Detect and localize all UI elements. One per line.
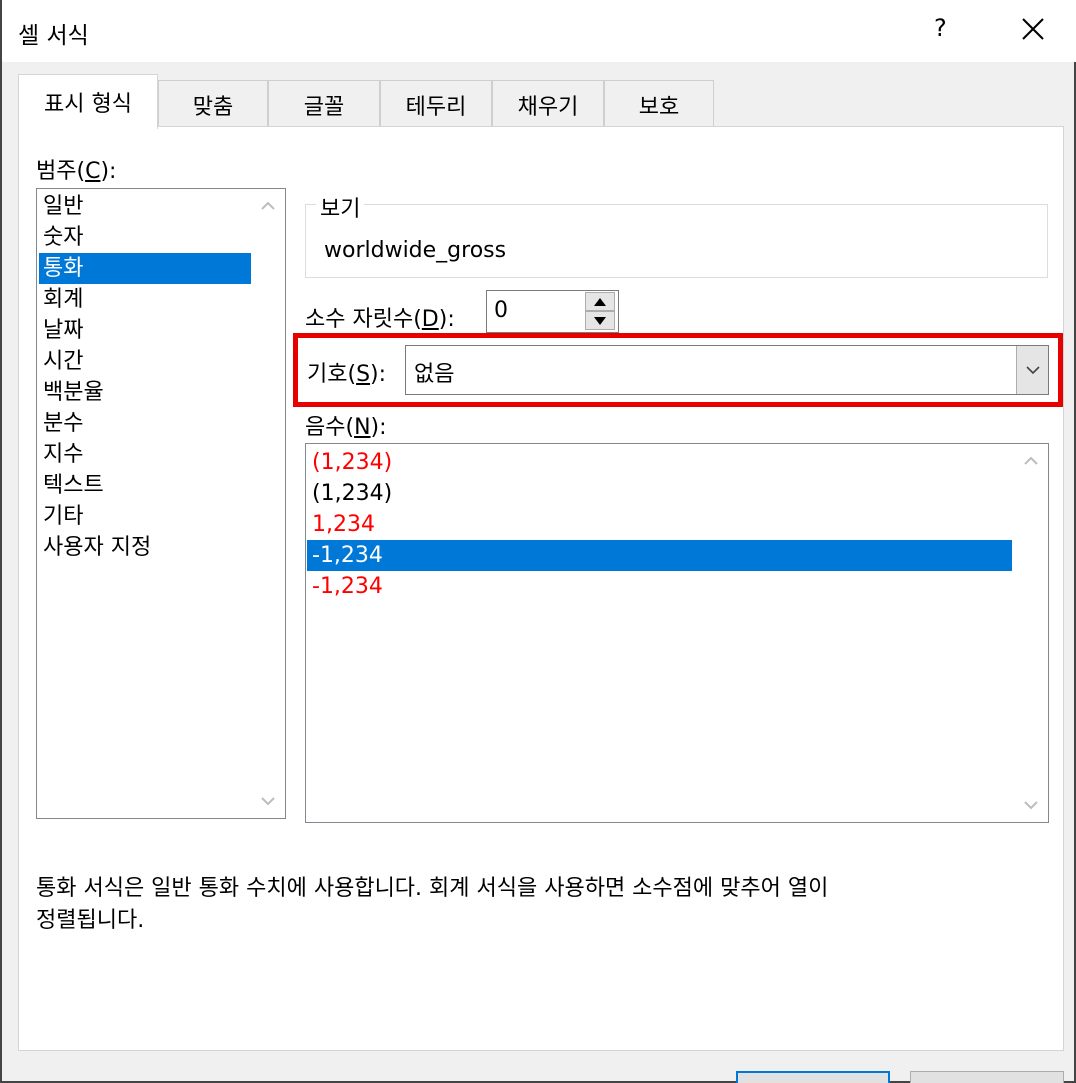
scroll-up-icon[interactable] bbox=[1022, 452, 1040, 470]
close-icon bbox=[1022, 18, 1044, 40]
tab-fill[interactable]: 채우기 bbox=[492, 80, 604, 128]
dialog-title: 셀 서식 bbox=[18, 23, 89, 49]
list-item[interactable]: (1,234) bbox=[307, 447, 1012, 478]
negative-numbers-scrollbar[interactable] bbox=[1014, 444, 1048, 822]
chevron-down-icon bbox=[1025, 366, 1040, 375]
list-item[interactable]: 일반 bbox=[39, 191, 251, 222]
list-item[interactable]: 백분율 bbox=[39, 377, 251, 408]
list-item[interactable]: 날짜 bbox=[39, 315, 251, 346]
symbol-value: 없음 bbox=[414, 362, 455, 387]
title-bar: 셀 서식 ? bbox=[2, 0, 1076, 62]
triangle-up-icon bbox=[594, 297, 606, 306]
dropdown-button[interactable] bbox=[1016, 346, 1048, 394]
list-item[interactable]: 텍스트 bbox=[39, 470, 251, 501]
list-item[interactable]: 회계 bbox=[39, 284, 251, 315]
tab-panel: 범주(C): 일반 숫자 통화 회계 날짜 시간 백분율 분수 지수 텍스트 기… bbox=[18, 126, 1064, 1051]
scroll-down-icon[interactable] bbox=[259, 792, 277, 810]
ok-button[interactable] bbox=[736, 1071, 890, 1083]
stepper-buttons bbox=[585, 292, 617, 331]
cancel-button[interactable] bbox=[910, 1071, 1064, 1083]
list-item[interactable]: 1,234 bbox=[307, 509, 1012, 540]
symbol-dropdown[interactable]: 없음 bbox=[405, 345, 1049, 395]
sample-label: 보기 bbox=[316, 191, 365, 223]
close-button[interactable] bbox=[1018, 14, 1048, 44]
help-button[interactable]: ? bbox=[934, 14, 947, 42]
sample-preview: worldwide_gross bbox=[324, 238, 507, 263]
list-item[interactable]: 시간 bbox=[39, 346, 251, 377]
list-item-selected[interactable]: 통화 bbox=[39, 253, 251, 284]
tab-protection[interactable]: 보호 bbox=[604, 80, 714, 128]
description-line: 정렬됩니다. bbox=[36, 908, 145, 933]
category-label: 범주(C): bbox=[36, 159, 117, 184]
category-scrollbar[interactable] bbox=[251, 189, 285, 818]
decimal-places-label: 소수 자릿수(D): bbox=[305, 307, 455, 332]
scroll-down-icon[interactable] bbox=[1022, 796, 1040, 814]
list-item[interactable]: 기타 bbox=[39, 501, 251, 532]
tab-font[interactable]: 글꼴 bbox=[268, 80, 380, 128]
list-item[interactable]: 분수 bbox=[39, 408, 251, 439]
scroll-up-icon[interactable] bbox=[259, 197, 277, 215]
tab-number[interactable]: 표시 형식 bbox=[18, 74, 158, 129]
list-item[interactable]: -1,234 bbox=[307, 571, 1012, 602]
increment-button[interactable] bbox=[585, 292, 615, 311]
triangle-down-icon bbox=[594, 316, 606, 325]
list-item[interactable]: (1,234) bbox=[307, 478, 1012, 509]
decimal-places-stepper[interactable]: 0 bbox=[486, 290, 619, 333]
sample-group: 보기 worldwide_gross bbox=[305, 191, 1048, 278]
format-description: 통화 서식은 일반 통화 수치에 사용합니다. 회계 서식을 사용하면 소수점에… bbox=[36, 873, 996, 937]
symbol-label: 기호(S): bbox=[307, 362, 387, 387]
format-cells-dialog: 셀 서식 ? 표시 형식 맞춤 글꼴 테두리 채우기 보호 범주(C): 일반 … bbox=[0, 0, 1076, 1083]
tab-alignment[interactable]: 맞춤 bbox=[158, 80, 268, 128]
negative-numbers-list[interactable]: (1,234) (1,234) 1,234 -1,234 -1,234 bbox=[305, 443, 1049, 823]
description-line: 통화 서식은 일반 통화 수치에 사용합니다. 회계 서식을 사용하면 소수점에… bbox=[36, 876, 829, 901]
list-item[interactable]: 숫자 bbox=[39, 222, 251, 253]
decrement-button[interactable] bbox=[585, 311, 615, 330]
tab-border[interactable]: 테두리 bbox=[380, 80, 492, 128]
negative-numbers-label: 음수(N): bbox=[305, 415, 387, 440]
decimal-places-value[interactable]: 0 bbox=[494, 298, 508, 323]
list-item[interactable]: 사용자 지정 bbox=[39, 532, 251, 563]
category-list[interactable]: 일반 숫자 통화 회계 날짜 시간 백분율 분수 지수 텍스트 기타 사용자 지… bbox=[36, 188, 286, 819]
list-item-selected[interactable]: -1,234 bbox=[307, 540, 1012, 571]
list-item[interactable]: 지수 bbox=[39, 439, 251, 470]
